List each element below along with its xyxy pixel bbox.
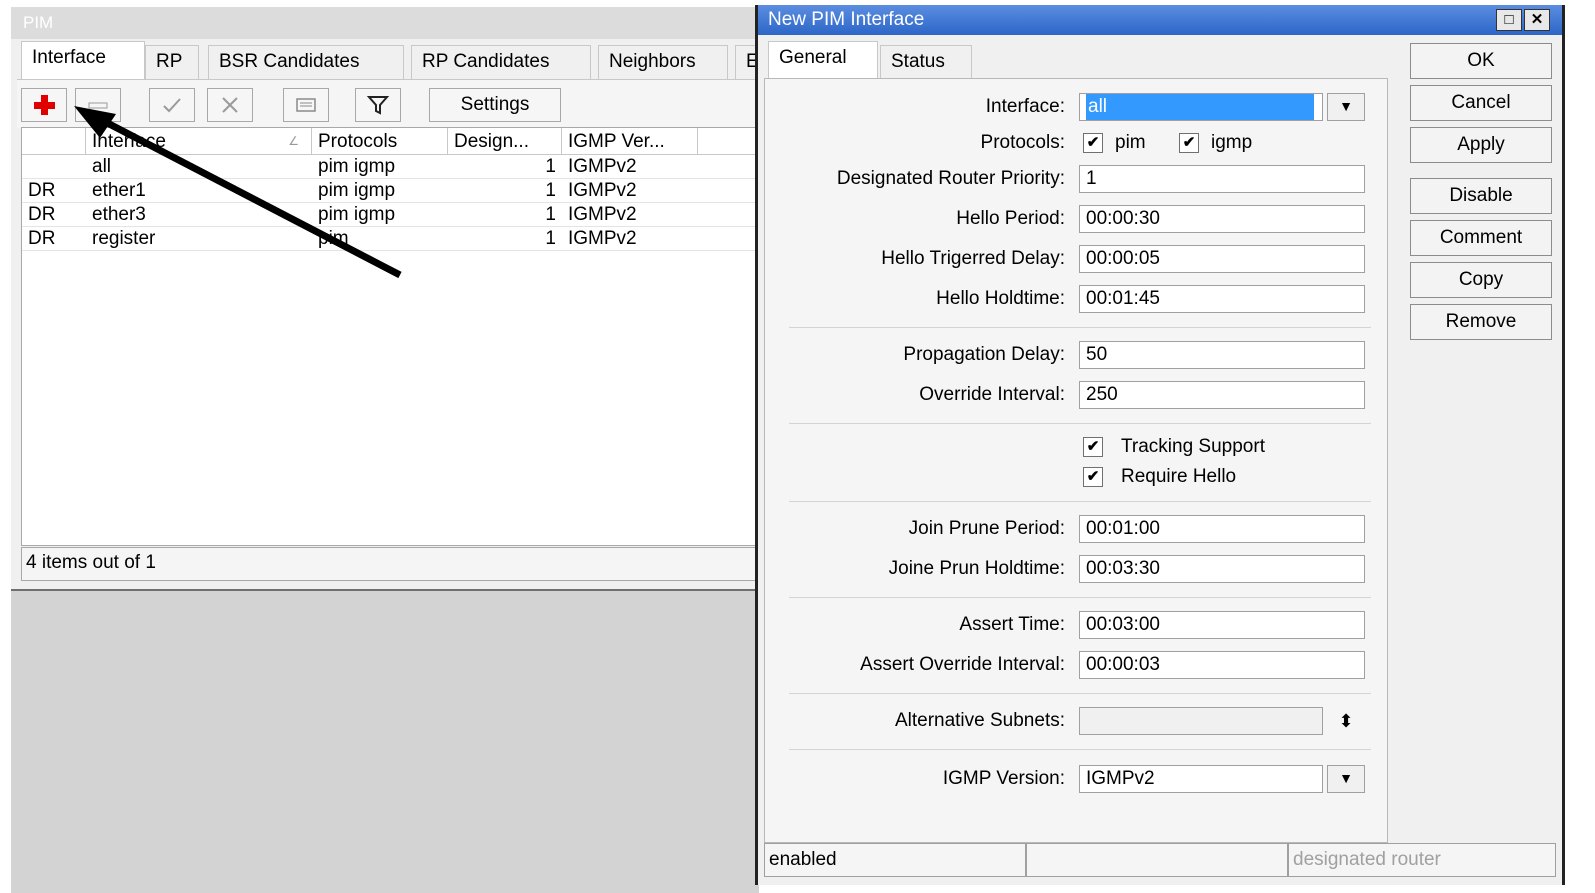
tracking-support-checkbox[interactable]: ✔ (1083, 437, 1103, 457)
tab-status[interactable]: Status (880, 45, 972, 79)
column-igmp-version[interactable]: IGMP Ver... (562, 128, 698, 155)
pim-label: pim (1115, 132, 1146, 153)
pim-window: PIM Interface RP BSR Candidates RP Candi… (11, 7, 759, 589)
status-designated-router: designated router (1288, 843, 1556, 877)
table-cell-igmp: IGMPv2 (568, 180, 637, 201)
separator (789, 423, 1371, 424)
remove-button[interactable]: Remove (1410, 304, 1552, 340)
tab-neighbors[interactable]: Neighbors (598, 45, 728, 79)
plus-icon (34, 95, 55, 115)
hello-holdtime-input[interactable]: 00:01:45 (1079, 285, 1365, 313)
join-prune-period-label: Join Prune Period: (908, 518, 1065, 539)
cancel-button[interactable]: Cancel (1410, 85, 1552, 121)
table-cell-igmp: IGMPv2 (568, 156, 637, 177)
assert-time-input[interactable]: 00:03:00 (1079, 611, 1365, 639)
pim-status-bar: 4 items out of 1 (21, 547, 759, 581)
hello-triggered-delay-label: Hello Trigerred Delay: (881, 248, 1065, 269)
disable-button[interactable]: Disable (1410, 178, 1552, 214)
assert-time-label: Assert Time: (959, 614, 1065, 635)
join-prune-holdtime-label: Joine Prun Holdtime: (888, 558, 1065, 579)
propagation-delay-input[interactable]: 50 (1079, 341, 1365, 369)
column-empty (698, 128, 758, 155)
hello-period-label: Hello Period: (956, 208, 1065, 229)
new-pim-interface-dialog: New PIM Interface □ ✕ General Status Int… (755, 5, 1565, 885)
interface-value: all (1086, 94, 1314, 120)
tab-interface[interactable]: Interface (21, 41, 145, 79)
table-cell-priority: 1 (545, 180, 556, 201)
tab-rp[interactable]: RP (145, 45, 199, 79)
table-cell-igmp: IGMPv2 (568, 204, 637, 225)
separator (789, 597, 1371, 598)
tab-bsr-candidates[interactable]: BSR Candidates (208, 45, 404, 79)
table-cell-priority: 1 (545, 228, 556, 249)
settings-button[interactable]: Settings (429, 88, 561, 122)
maximize-icon: □ (1504, 11, 1514, 28)
igmp-checkbox[interactable]: ✔ (1179, 133, 1199, 153)
alt-subnets-label: Alternative Subnets: (894, 710, 1065, 731)
annotation-arrow (74, 106, 402, 279)
status-middle (1026, 843, 1288, 877)
close-button[interactable]: ✕ (1524, 9, 1550, 31)
igmp-version-dropdown-button[interactable]: ▼ (1327, 765, 1365, 793)
propagation-delay-label: Propagation Delay: (903, 344, 1065, 365)
igmp-version-select[interactable]: IGMPv2 (1079, 765, 1323, 793)
override-interval-label: Override Interval: (919, 384, 1065, 405)
table-cell-priority: 1 (545, 156, 556, 177)
hello-period-input[interactable]: 00:00:30 (1079, 205, 1365, 233)
table-cell-priority: 1 (545, 204, 556, 225)
pim-checkbox[interactable]: ✔ (1083, 133, 1103, 153)
tracking-support-label: Tracking Support (1121, 436, 1265, 457)
separator (789, 693, 1371, 694)
tab-general[interactable]: General (768, 41, 878, 79)
pim-window-title: PIM (11, 7, 759, 39)
general-panel: Interface: all ▼ Protocols: ✔ pim ✔ igmp… (764, 78, 1388, 843)
copy-button[interactable]: Copy (1410, 262, 1552, 298)
assert-override-input[interactable]: 00:00:03 (1079, 651, 1365, 679)
igmp-label: igmp (1211, 132, 1253, 153)
separator (789, 327, 1371, 328)
workspace-background (11, 589, 759, 893)
status-enabled: enabled (764, 843, 1026, 877)
protocols-label: Protocols: (980, 132, 1065, 153)
updown-icon[interactable]: ⬍ (1333, 707, 1359, 735)
override-interval-input[interactable]: 250 (1079, 381, 1365, 409)
close-icon: ✕ (1530, 11, 1544, 28)
join-prune-period-input[interactable]: 00:01:00 (1079, 515, 1365, 543)
interface-label: Interface: (985, 96, 1065, 117)
tab-rp-candidates[interactable]: RP Candidates (411, 45, 591, 79)
dialog-title: New PIM Interface (758, 5, 1562, 35)
join-prune-holdtime-input[interactable]: 00:03:30 (1079, 555, 1365, 583)
column-designated-priority[interactable]: Design... (448, 128, 562, 155)
require-hello-checkbox[interactable]: ✔ (1083, 467, 1103, 487)
comment-button[interactable]: Comment (1410, 220, 1552, 256)
interface-select[interactable]: all (1079, 93, 1323, 121)
interface-dropdown-button[interactable]: ▼ (1327, 93, 1365, 121)
hello-holdtime-label: Hello Holdtime: (936, 288, 1065, 309)
igmp-version-label: IGMP Version: (942, 768, 1065, 789)
dr-priority-label: Designated Router Priority: (836, 168, 1065, 189)
separator (789, 501, 1371, 502)
dropdown-icon: ▼ (1339, 98, 1353, 114)
assert-override-label: Assert Override Interval: (860, 654, 1065, 675)
apply-button[interactable]: Apply (1410, 127, 1552, 163)
table-cell-igmp: IGMPv2 (568, 228, 637, 249)
ok-button[interactable]: OK (1410, 43, 1552, 79)
dropdown-icon: ▼ (1339, 770, 1353, 786)
dr-priority-input[interactable]: 1 (1079, 165, 1365, 193)
maximize-button[interactable]: □ (1496, 9, 1522, 31)
separator (789, 749, 1371, 750)
require-hello-label: Require Hello (1121, 466, 1237, 487)
alt-subnets-input[interactable] (1079, 707, 1323, 735)
hello-triggered-delay-input[interactable]: 00:00:05 (1079, 245, 1365, 273)
